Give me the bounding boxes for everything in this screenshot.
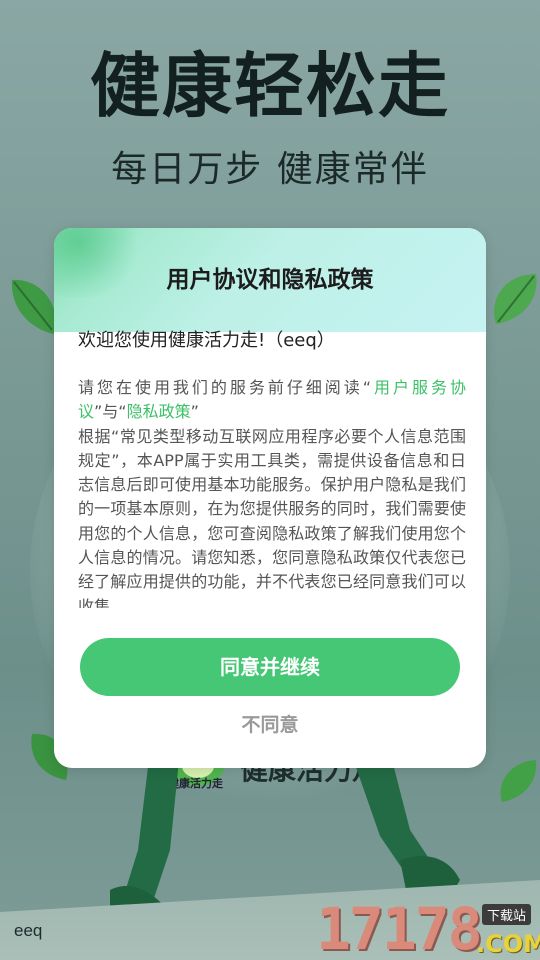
dialog-header: 用户协议和隐私政策	[54, 228, 486, 332]
disagree-button[interactable]: 不同意	[54, 710, 486, 737]
watermark-digits: 17178	[316, 895, 483, 960]
leaf-icon	[494, 274, 537, 324]
leaf-icon	[500, 760, 537, 802]
agree-button[interactable]: 同意并继续	[80, 638, 460, 696]
site-watermark: 17178 下载站 .COM	[316, 898, 540, 960]
agreement-scroll-area[interactable]: 请您在使用我们的服务前仔细阅读“用户服务协议”与“隐私政策” 根据“常见类型移动…	[78, 376, 466, 608]
agreement-body: 请您在使用我们的服务前仔细阅读“用户服务协议”与“隐私政策” 根据“常见类型移动…	[78, 376, 466, 608]
agreement-paragraph: 根据“常见类型移动互联网应用程序必要个人信息范围规定”，本APP属于实用工具类，…	[78, 426, 466, 608]
privacy-policy-link[interactable]: 隐私政策	[127, 402, 191, 421]
splash-headline: 健康轻松走	[90, 45, 450, 127]
intro-prefix: 请您在使用我们的服务前仔细阅读“	[78, 378, 372, 397]
welcome-text: 欢迎您使用健康活力走!（eeq）	[78, 330, 335, 351]
footer-tag: eeq	[14, 921, 43, 940]
intro-mid: ”与“	[94, 402, 127, 422]
intro-suffix: ”	[190, 402, 199, 422]
watermark-suffix: .COM	[476, 930, 540, 958]
dialog-title: 用户协议和隐私政策	[166, 267, 374, 293]
privacy-dialog: 用户协议和隐私政策 欢迎您使用健康活力走!（eeq） 请您在使用我们的服务前仔细…	[54, 228, 486, 768]
watermark-tag: 下载站	[482, 904, 532, 925]
splash-subline: 每日万步 健康常伴	[111, 149, 429, 190]
